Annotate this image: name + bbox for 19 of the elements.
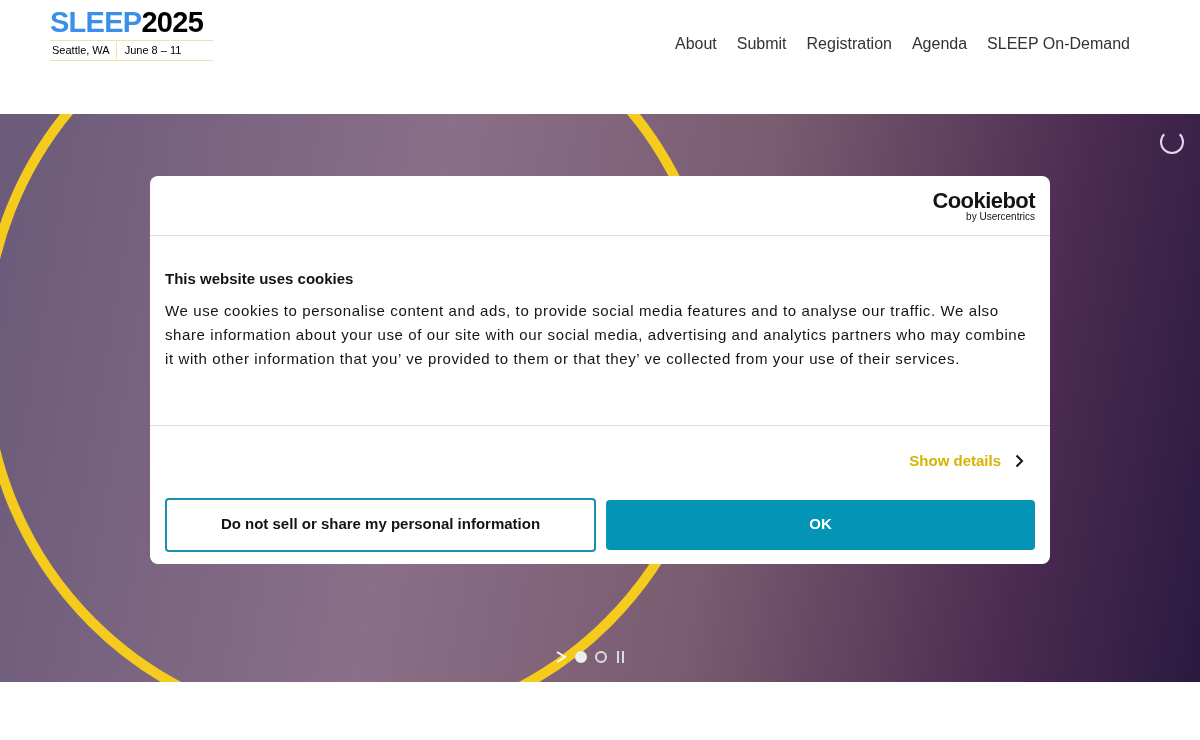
pause-button[interactable] — [615, 651, 625, 663]
logo-word: SLEEP — [50, 8, 142, 37]
logo-location: Seattle, WA — [50, 42, 117, 59]
brand-name: Cookiebot — [932, 189, 1035, 212]
chevron-right-icon — [1015, 454, 1024, 469]
brand-subtitle: by Usercentrics — [966, 211, 1035, 222]
nav-link[interactable]: Registration — [806, 32, 892, 56]
logo-year: 2025 — [141, 8, 204, 37]
dialog-title: This website uses cookies — [165, 269, 355, 289]
next-slide-button[interactable] — [555, 650, 567, 664]
nav-link[interactable]: SLEEP On-Demand — [987, 32, 1130, 56]
decline-sale-button[interactable]: Do not sell or share my personal information — [165, 497, 596, 552]
ok-button[interactable]: OK — [606, 499, 1035, 550]
logo-dates: June 8 – 11 — [123, 43, 182, 59]
nav-link[interactable]: Agenda — [911, 32, 968, 56]
nav-link[interactable]: About — [674, 32, 717, 56]
logo[interactable]: SLEEP2025 Seattle, WA June 8 – 11 — [50, 8, 213, 61]
nav-link[interactable]: Submit — [736, 32, 787, 56]
dialog-text: We use cookies to personalise content and ads, to provide social media features and to analyse our traffic. We also share information about your use of our site with our social media, advertising and analytics partners who may combine it with other information that you’ ve provided to them or that they’ ve collected from your use of their services. — [165, 300, 1028, 369]
